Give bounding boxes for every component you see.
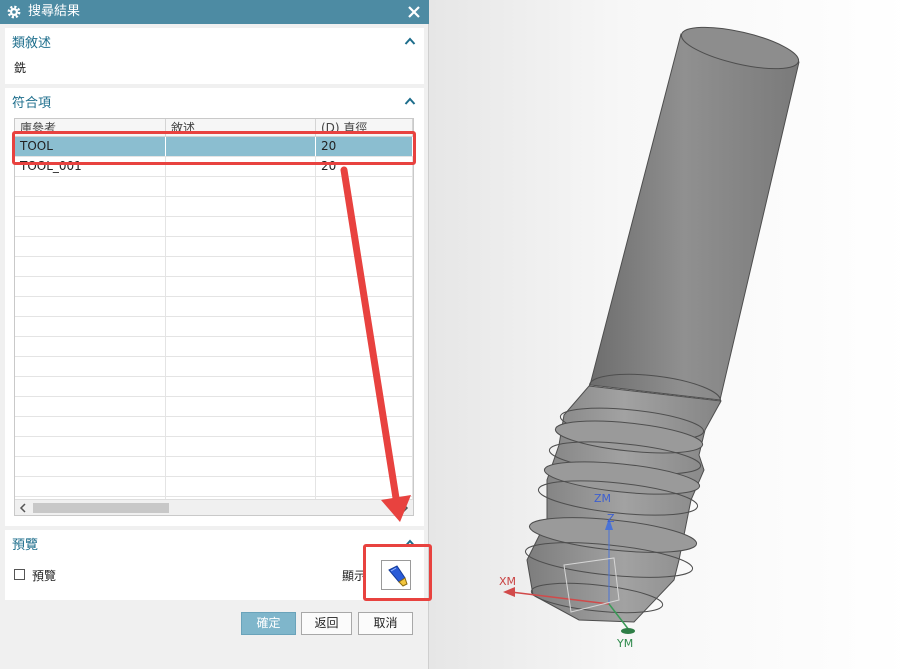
table-row-empty: [15, 217, 413, 237]
collapse-chevron-up-icon[interactable]: [404, 96, 416, 106]
preview-checkbox[interactable]: [14, 569, 25, 580]
table-row-empty: [15, 437, 413, 457]
table-row-empty: [15, 457, 413, 477]
preview-checkbox-label: 預覽: [32, 569, 57, 583]
table-row-empty: [15, 357, 413, 377]
close-icon[interactable]: [405, 3, 423, 21]
horizontal-scrollbar[interactable]: [15, 499, 413, 515]
table-body: TOOL 20 TOOL_001 20: [15, 137, 413, 515]
tool-model: [503, 26, 800, 634]
preview-section-title: 預覽: [12, 538, 39, 553]
back-button[interactable]: 返回: [301, 612, 352, 635]
ok-button[interactable]: 確定: [241, 612, 296, 635]
scroll-left-icon[interactable]: [17, 502, 29, 514]
annotation-highlight-show-button: [363, 544, 432, 601]
table-row-empty: [15, 177, 413, 197]
table-row-empty: [15, 477, 413, 497]
table-row-empty: [15, 277, 413, 297]
description-value: 銑: [14, 61, 27, 75]
table-row-empty: [15, 237, 413, 257]
table-row-empty: [15, 417, 413, 437]
matches-table: 庫參考 敘述 (D) 直徑 TOOL 20 TOOL_001 20: [14, 118, 414, 516]
axis-label-ym: YM: [617, 637, 634, 650]
table-row-empty: [15, 257, 413, 277]
axis-label-zm: ZM: [594, 492, 612, 505]
cancel-button[interactable]: 取消: [358, 612, 413, 635]
collapse-chevron-up-icon[interactable]: [404, 36, 416, 46]
table-row-empty: [15, 317, 413, 337]
scroll-right-icon[interactable]: [399, 502, 411, 514]
annotation-highlight-row: [12, 131, 416, 165]
table-row-empty: [15, 377, 413, 397]
table-row-empty: [15, 397, 413, 417]
table-row-empty: [15, 297, 413, 317]
gear-icon: [7, 5, 21, 19]
scrollbar-thumb[interactable]: [33, 503, 169, 513]
axis-label-z: Z: [607, 512, 615, 525]
dialog-titlebar[interactable]: 搜尋結果: [0, 0, 429, 24]
dialog-title: 搜尋結果: [28, 4, 81, 19]
graphics-viewport[interactable]: ZM Z XM YM: [429, 0, 911, 669]
description-section: 類敘述 銑: [5, 28, 424, 84]
axis-label-xm: XM: [499, 575, 517, 588]
description-section-title: 類敘述: [12, 36, 52, 51]
matches-section-title: 符合項: [12, 96, 52, 111]
table-row-empty: [15, 197, 413, 217]
table-row-empty: [15, 337, 413, 357]
preview-section: 預覽 預覽 顯示: [5, 530, 424, 600]
